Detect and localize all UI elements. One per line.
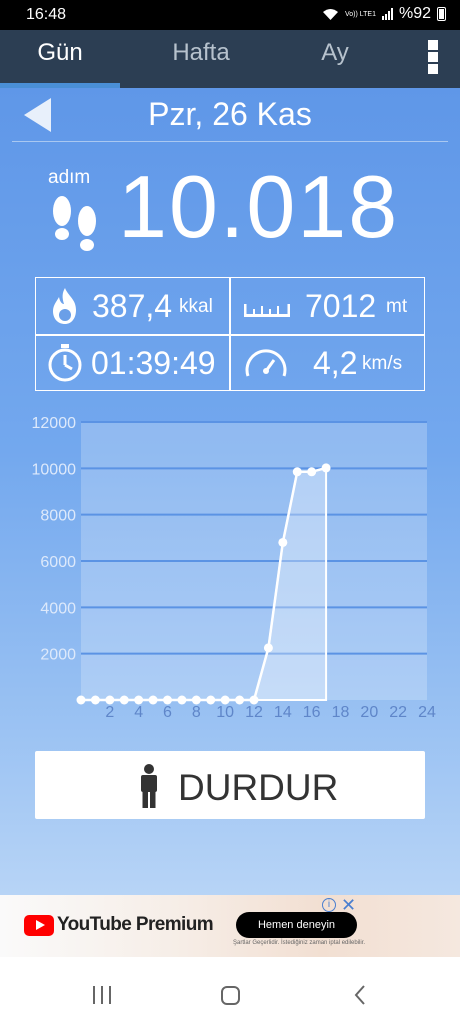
network-label: Vo)) LTE1 [344,10,376,18]
data-point [292,467,302,477]
data-point [220,695,230,705]
recent-apps-icon[interactable] [93,986,111,1004]
y-tick-label: 12000 [32,415,77,432]
distance-value: 7012 [305,288,377,324]
main-content: Pzr, 26 Kas adım 10.018 387,4 kkal 7012 … [0,88,460,895]
home-icon[interactable] [221,986,240,1005]
status-time: 16:48 [26,6,67,23]
stats-grid: 387,4 kkal 7012 mt 01:39:49 4,2 km/s [35,277,425,391]
date-label: Pzr, 26 Kas [148,96,312,132]
divider [12,141,448,142]
back-icon[interactable] [353,984,367,1006]
x-tick-label: 18 [332,704,350,721]
data-point [249,695,259,705]
x-tick-label: 24 [418,704,436,721]
y-tick-label: 6000 [40,554,76,571]
flame-icon [53,288,76,324]
ad-info-icon[interactable]: i [322,898,336,912]
distance-stat: 7012 mt [231,278,426,334]
ad-cta-button[interactable]: Hemen deneyin [236,912,357,938]
wifi-icon [322,8,338,20]
x-tick-label: 10 [216,704,234,721]
steps-chart: 2000 4000 6000 8000 10000 12000 2 4 6 8 10 12 14 16 18… [0,408,460,738]
stop-button[interactable]: DURDUR [35,751,425,819]
speed-unit: km/s [362,353,403,374]
x-tick-label: 16 [303,704,321,721]
speed-stat: 4,2 km/s [231,335,426,391]
date-navigation: Pzr, 26 Kas [0,88,460,142]
data-point [105,695,115,705]
data-point [177,695,187,705]
data-point [206,695,216,705]
x-tick-label: 2 [105,704,114,721]
step-count: 10.018 [118,157,400,256]
ruler-icon [244,304,290,317]
signal-icon [381,8,393,20]
tab-bar: Gün Hafta Ay [0,30,460,88]
x-tick-label: 8 [192,704,201,721]
data-point [148,695,158,705]
tab-gun[interactable]: Gün [0,30,120,88]
status-bar: 16:48 Vo)) LTE1 %92 [0,0,460,30]
duration-value: 01:39:49 [91,345,216,381]
system-nav-bar [0,968,460,1024]
data-point [163,695,172,705]
steps-chart-svg: 200040006000800010000120002 4 6 8 10 12 14 16 18… [32,415,437,721]
youtube-logo-icon [24,915,54,936]
y-tick-label: 2000 [40,647,76,664]
battery-level: %92 [398,5,431,22]
data-point [263,643,273,653]
overflow-menu-icon[interactable] [426,40,440,78]
speedometer-icon [245,349,287,377]
data-point [235,695,245,705]
x-tick-label: 14 [274,704,292,721]
battery-icon [437,7,446,21]
x-tick-label: 6 [163,704,172,721]
duration-stat: 01:39:49 [36,335,229,391]
x-tick-label: 22 [389,704,407,721]
data-point [76,695,86,705]
stop-button-label: DURDUR [178,767,339,808]
ad-disclaimer: Şartlar Geçerlidir. İstediğiniz zaman ip… [233,940,366,946]
data-point [278,537,288,547]
status-icons: Vo)) LTE1 %92 [322,5,446,23]
data-point [321,463,331,473]
x-tick-label: 12 [245,704,263,721]
data-point [307,467,317,477]
steps-summary: adım 10.018 [0,148,460,268]
ad-close-icon[interactable]: ✕ [341,895,356,916]
calories-stat: 387,4 kkal [36,278,229,334]
footprints-icon [53,196,96,251]
steps-label: adım [48,167,91,188]
tab-hafta[interactable]: Hafta [141,30,261,88]
ad-brand: YouTube Premium [57,914,214,935]
y-tick-label: 8000 [40,508,76,525]
ad-banner[interactable]: YouTube Premium Hemen deneyin Şartlar Ge… [0,895,460,957]
data-point [191,695,201,705]
data-point [90,695,100,705]
y-tick-label: 10000 [32,461,77,478]
tab-ay[interactable]: Ay [275,30,395,88]
stopwatch-icon [48,344,82,382]
x-tick-label: 20 [360,704,378,721]
calories-unit: kkal [179,296,213,317]
speed-value: 4,2 [313,345,358,381]
person-icon [141,764,157,808]
x-tick-label: 4 [134,704,143,721]
y-tick-label: 4000 [40,600,76,617]
calories-value: 387,4 [92,288,173,324]
data-point [134,695,144,705]
data-point [119,695,129,705]
distance-unit: mt [386,296,408,317]
